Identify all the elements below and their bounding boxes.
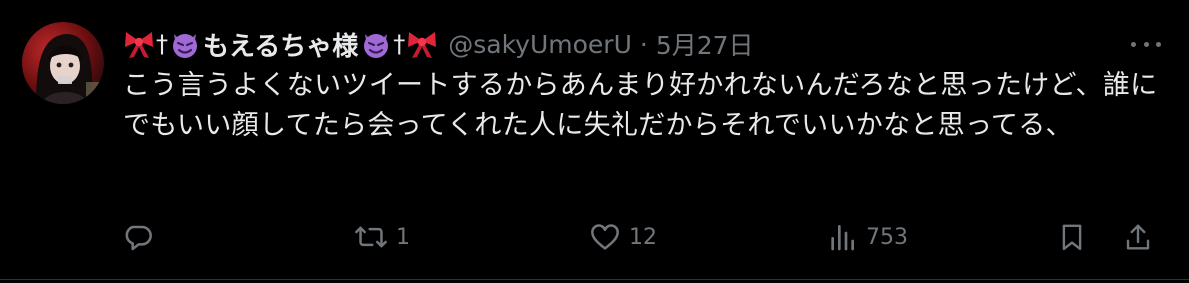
more-dot — [1143, 41, 1149, 47]
tweet-text: こう言うよくないツイートするからあんまり好かれないんだろなと思ったけど、誰にでも… — [123, 70, 1158, 141]
tweet-actions: 1 12 753 — [122, 217, 1157, 257]
like-button[interactable]: 12 — [589, 217, 657, 257]
ribbon-icon — [123, 29, 155, 59]
share-button[interactable] — [1123, 217, 1153, 257]
tweet-date[interactable]: 5月27日 — [656, 26, 754, 62]
views-icon — [826, 221, 858, 253]
more-dot — [1156, 41, 1161, 47]
tweet-header: † もえるちゃ様 † @sakyUmoerU · 5月27日 — [123, 24, 754, 64]
cross-mark: † — [393, 30, 406, 58]
devil-emoji-icon — [169, 28, 201, 60]
meta-separator: · — [639, 29, 648, 59]
tweet-meta: @sakyUmoerU · 5月27日 — [448, 26, 753, 62]
retweet-icon — [354, 221, 388, 253]
more-dot — [1131, 41, 1136, 47]
cross-mark: † — [156, 30, 168, 58]
display-name[interactable]: † もえるちゃ様 † — [123, 26, 438, 63]
avatar[interactable] — [22, 22, 104, 104]
views-button[interactable]: 753 — [826, 217, 908, 257]
like-count: 12 — [629, 224, 657, 250]
reply-icon — [122, 221, 154, 253]
bookmark-icon — [1057, 221, 1087, 253]
user-handle[interactable]: @sakyUmoerU — [448, 30, 632, 59]
retweet-button[interactable]: 1 — [354, 217, 410, 257]
more-options-icon[interactable] — [1131, 34, 1161, 54]
heart-icon — [589, 221, 621, 253]
devil-emoji-icon — [360, 28, 392, 60]
reply-button[interactable] — [122, 217, 162, 257]
display-name-text: もえるちゃ様 — [203, 31, 359, 62]
views-count: 753 — [866, 224, 908, 250]
share-icon — [1123, 221, 1153, 253]
tweet[interactable]: † もえるちゃ様 † @sakyUmoerU · 5月27日 こう言うよくないツ… — [0, 0, 1189, 280]
ribbon-icon — [406, 29, 438, 59]
retweet-count: 1 — [396, 224, 410, 250]
bookmark-button[interactable] — [1057, 217, 1087, 257]
